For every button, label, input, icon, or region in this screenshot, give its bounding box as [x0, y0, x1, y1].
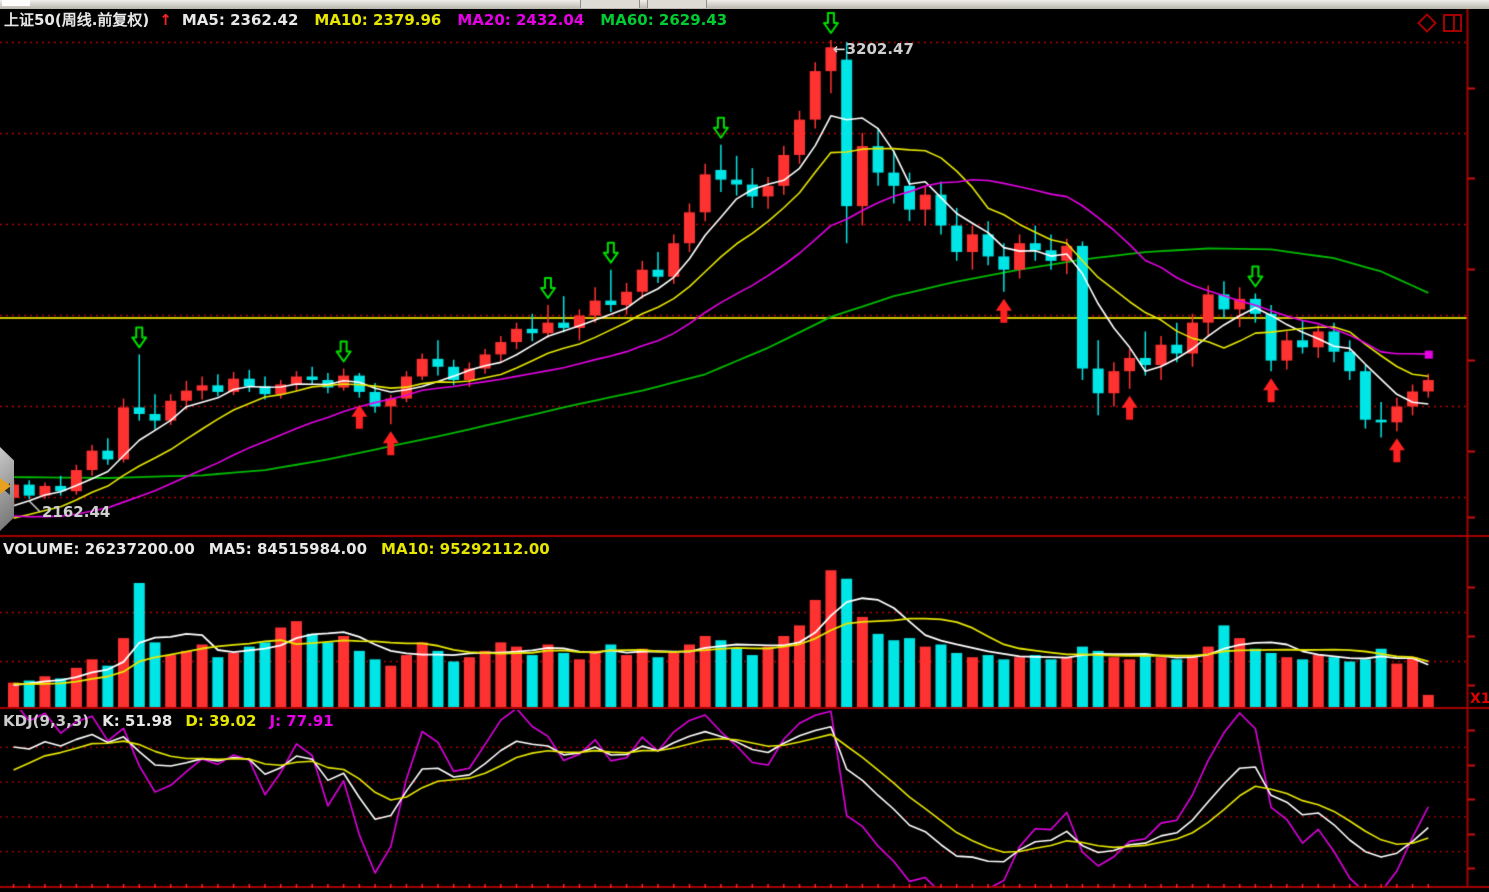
corner-icons — [1420, 14, 1462, 32]
high-price-value: 3202.47 — [846, 40, 914, 58]
kdj-d-value: D: 39.02 — [185, 712, 256, 731]
toolbar-remnant — [0, 0, 1489, 9]
trading-terminal-screen: 上证50(周线.前复权) ↑ MA5: 2362.42 MA10: 2379.9… — [0, 0, 1489, 892]
trend-up-arrow-icon: ↑ — [159, 11, 172, 30]
volume-ma5-value: MA5: 84515984.00 — [209, 540, 367, 559]
volume-legend: VOLUME: 26237200.00 MA5: 84515984.00 MA1… — [3, 540, 550, 559]
ma5-value: MA5: 2362.42 — [182, 11, 299, 30]
volume-ma10-value: MA10: 95292112.00 — [381, 540, 550, 559]
toolbar-chip — [2, 0, 30, 6]
kdj-j-value: J: 77.91 — [270, 712, 334, 731]
toolbar-button[interactable] — [580, 0, 640, 8]
kdj-title: KDJ(9,3,3) — [3, 712, 89, 731]
volume-value: VOLUME: 26237200.00 — [3, 540, 195, 559]
left-arrow-icon: ← — [833, 40, 846, 58]
ma20-value: MA20: 2432.04 — [457, 11, 584, 30]
ma60-value: MA60: 2629.43 — [600, 11, 727, 30]
split-window-icon[interactable] — [1443, 14, 1462, 32]
low-price-annotation: 2162.44 — [42, 503, 110, 521]
kdj-k-value: K: 51.98 — [102, 712, 172, 731]
high-price-annotation: ←3202.47 — [833, 40, 914, 58]
ma10-value: MA10: 2379.96 — [314, 11, 441, 30]
kdj-legend: KDJ(9,3,3) K: 51.98 D: 39.02 J: 77.91 — [3, 712, 334, 731]
price-legend: 上证50(周线.前复权) ↑ MA5: 2362.42 MA10: 2379.9… — [4, 11, 727, 30]
diamond-icon[interactable] — [1417, 13, 1437, 33]
symbol-title: 上证50(周线.前复权) — [4, 11, 149, 30]
orange-marker-icon — [0, 478, 11, 494]
scale-badge: X1 — [1470, 691, 1489, 707]
low-price-value: 2162.44 — [42, 503, 110, 521]
chart-canvas[interactable] — [0, 0, 1489, 892]
toolbar-button[interactable] — [647, 0, 707, 8]
